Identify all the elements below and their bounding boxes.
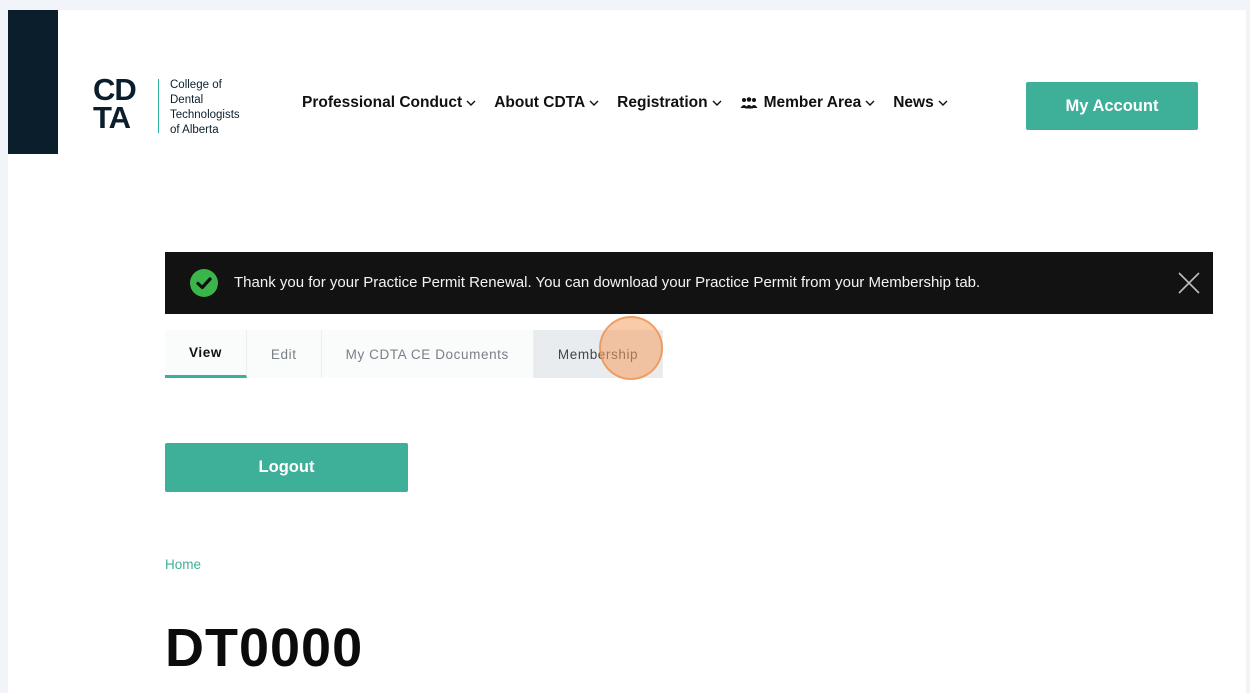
tab-view[interactable]: View bbox=[165, 330, 247, 378]
main-nav: Professional Conduct About CDTA Registra… bbox=[302, 94, 966, 112]
people-icon bbox=[740, 97, 758, 109]
logo-text: College of Dental Technologists of Alber… bbox=[170, 79, 240, 136]
page-title: DT0000 bbox=[165, 618, 364, 678]
logo-divider bbox=[158, 79, 159, 133]
nav-registration[interactable]: Registration bbox=[617, 94, 722, 112]
nav-about-cdta[interactable]: About CDTA bbox=[494, 94, 599, 112]
check-circle-icon bbox=[190, 269, 218, 297]
my-account-button[interactable]: My Account bbox=[1026, 82, 1198, 130]
tab-my-cdta-ce-documents[interactable]: My CDTA CE Documents bbox=[321, 330, 534, 378]
chevron-down-icon bbox=[466, 100, 476, 106]
side-dark-bar bbox=[8, 10, 58, 154]
nav-news[interactable]: News bbox=[893, 94, 948, 112]
logout-button[interactable]: Logout bbox=[165, 443, 408, 492]
nav-label: News bbox=[893, 94, 934, 111]
nav-professional-conduct[interactable]: Professional Conduct bbox=[302, 94, 476, 112]
nav-label: Member Area bbox=[763, 94, 862, 111]
nav-label: Professional Conduct bbox=[302, 94, 463, 111]
nav-label: Registration bbox=[617, 94, 708, 111]
breadcrumb-home[interactable]: Home bbox=[165, 557, 201, 572]
notice-message: Thank you for your Practice Permit Renew… bbox=[234, 274, 981, 291]
nav-label: About CDTA bbox=[494, 94, 586, 111]
chevron-down-icon bbox=[589, 100, 599, 106]
account-tabs: View Edit My CDTA CE Documents Membershi… bbox=[165, 330, 664, 378]
chevron-down-icon bbox=[865, 100, 875, 106]
close-icon[interactable] bbox=[1177, 271, 1201, 295]
cdta-logo[interactable]: CD TA College of Dental Technologists of… bbox=[93, 72, 263, 138]
tab-edit[interactable]: Edit bbox=[246, 330, 322, 378]
chevron-down-icon bbox=[712, 100, 722, 106]
page: CD TA College of Dental Technologists of… bbox=[8, 10, 1246, 693]
click-indicator bbox=[599, 316, 663, 380]
nav-member-area[interactable]: Member Area bbox=[740, 94, 876, 112]
chevron-down-icon bbox=[938, 100, 948, 106]
logo-mark: CD TA bbox=[93, 72, 137, 135]
success-notice: Thank you for your Practice Permit Renew… bbox=[165, 252, 1213, 314]
